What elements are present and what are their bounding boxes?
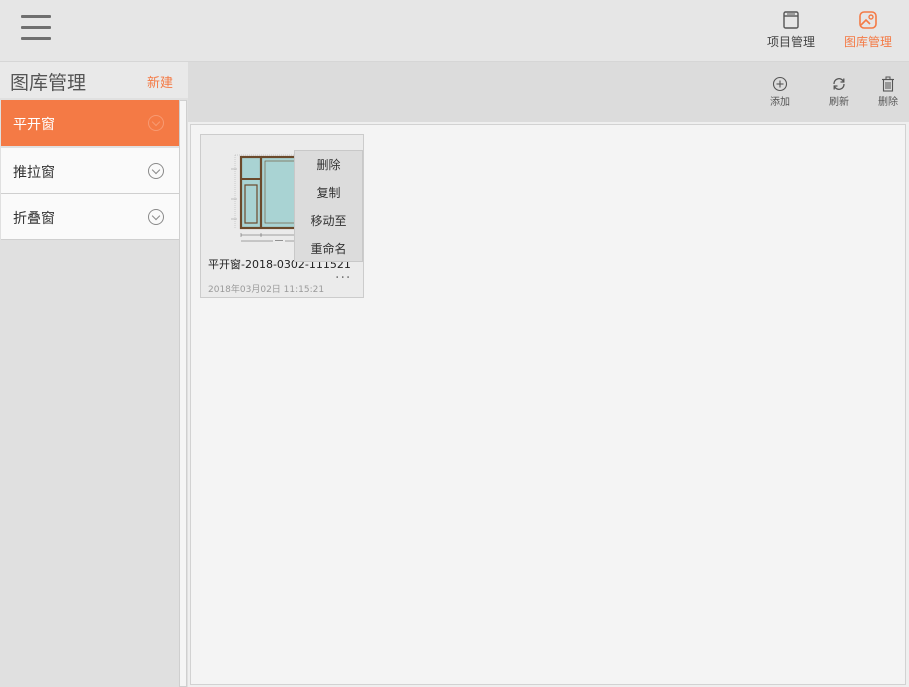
sidebar-scrollbar[interactable] <box>179 100 187 687</box>
context-menu-rename[interactable]: 重命名 <box>295 235 362 263</box>
delete-button[interactable]: 删除 <box>868 76 908 108</box>
sidebar-item-label: 折叠窗 <box>13 211 55 227</box>
nav-project-label: 项目管理 <box>766 35 815 49</box>
delete-label: 删除 <box>878 97 898 108</box>
chevron-down-icon[interactable] <box>148 115 164 131</box>
sidebar-header: 图库管理 新建 <box>0 62 188 98</box>
project-icon <box>783 11 799 29</box>
sidebar-item-label: 推拉窗 <box>13 165 55 181</box>
sidebar-item-folding-window[interactable]: 折叠窗 <box>1 194 179 240</box>
refresh-button[interactable]: 刷新 <box>819 76 859 108</box>
sidebar-item-sliding-window[interactable]: 推拉窗 <box>1 148 179 194</box>
context-menu-move-to[interactable]: 移动至 <box>295 207 362 235</box>
add-button[interactable]: 添加 <box>760 76 800 108</box>
toolbar: 添加 刷新 删除 <box>188 62 909 122</box>
gallery-icon <box>859 11 877 29</box>
refresh-icon <box>833 78 845 90</box>
chevron-down-icon[interactable] <box>148 163 164 179</box>
nav-gallery-label: 图库管理 <box>843 35 892 49</box>
new-button[interactable]: 新建 <box>147 72 173 91</box>
more-options-icon[interactable]: ··· <box>335 270 351 286</box>
add-icon <box>772 76 788 92</box>
card-date: 2018年03月02日 11:15:21 <box>208 285 325 295</box>
sidebar: 图库管理 新建 平开窗 推拉窗 折叠窗 <box>0 62 188 687</box>
top-bar: 项目管理 图库管理 <box>0 0 909 62</box>
context-menu-copy[interactable]: 复制 <box>295 179 362 207</box>
context-menu-delete[interactable]: 删除 <box>295 151 362 179</box>
sidebar-title: 图库管理 <box>10 72 87 94</box>
refresh-label: 刷新 <box>829 97 849 108</box>
add-label: 添加 <box>770 97 790 108</box>
trash-icon <box>882 76 894 92</box>
sidebar-item-casement-window[interactable]: 平开窗 <box>1 100 179 146</box>
chevron-down-icon[interactable] <box>148 209 164 225</box>
nav-gallery-management[interactable]: 图库管理 <box>838 9 898 50</box>
menu-icon[interactable] <box>21 14 51 42</box>
nav-project-management[interactable]: 项目管理 <box>761 9 821 50</box>
sidebar-item-label: 平开窗 <box>13 117 55 133</box>
context-menu: 删除 复制 移动至 重命名 <box>294 150 363 262</box>
